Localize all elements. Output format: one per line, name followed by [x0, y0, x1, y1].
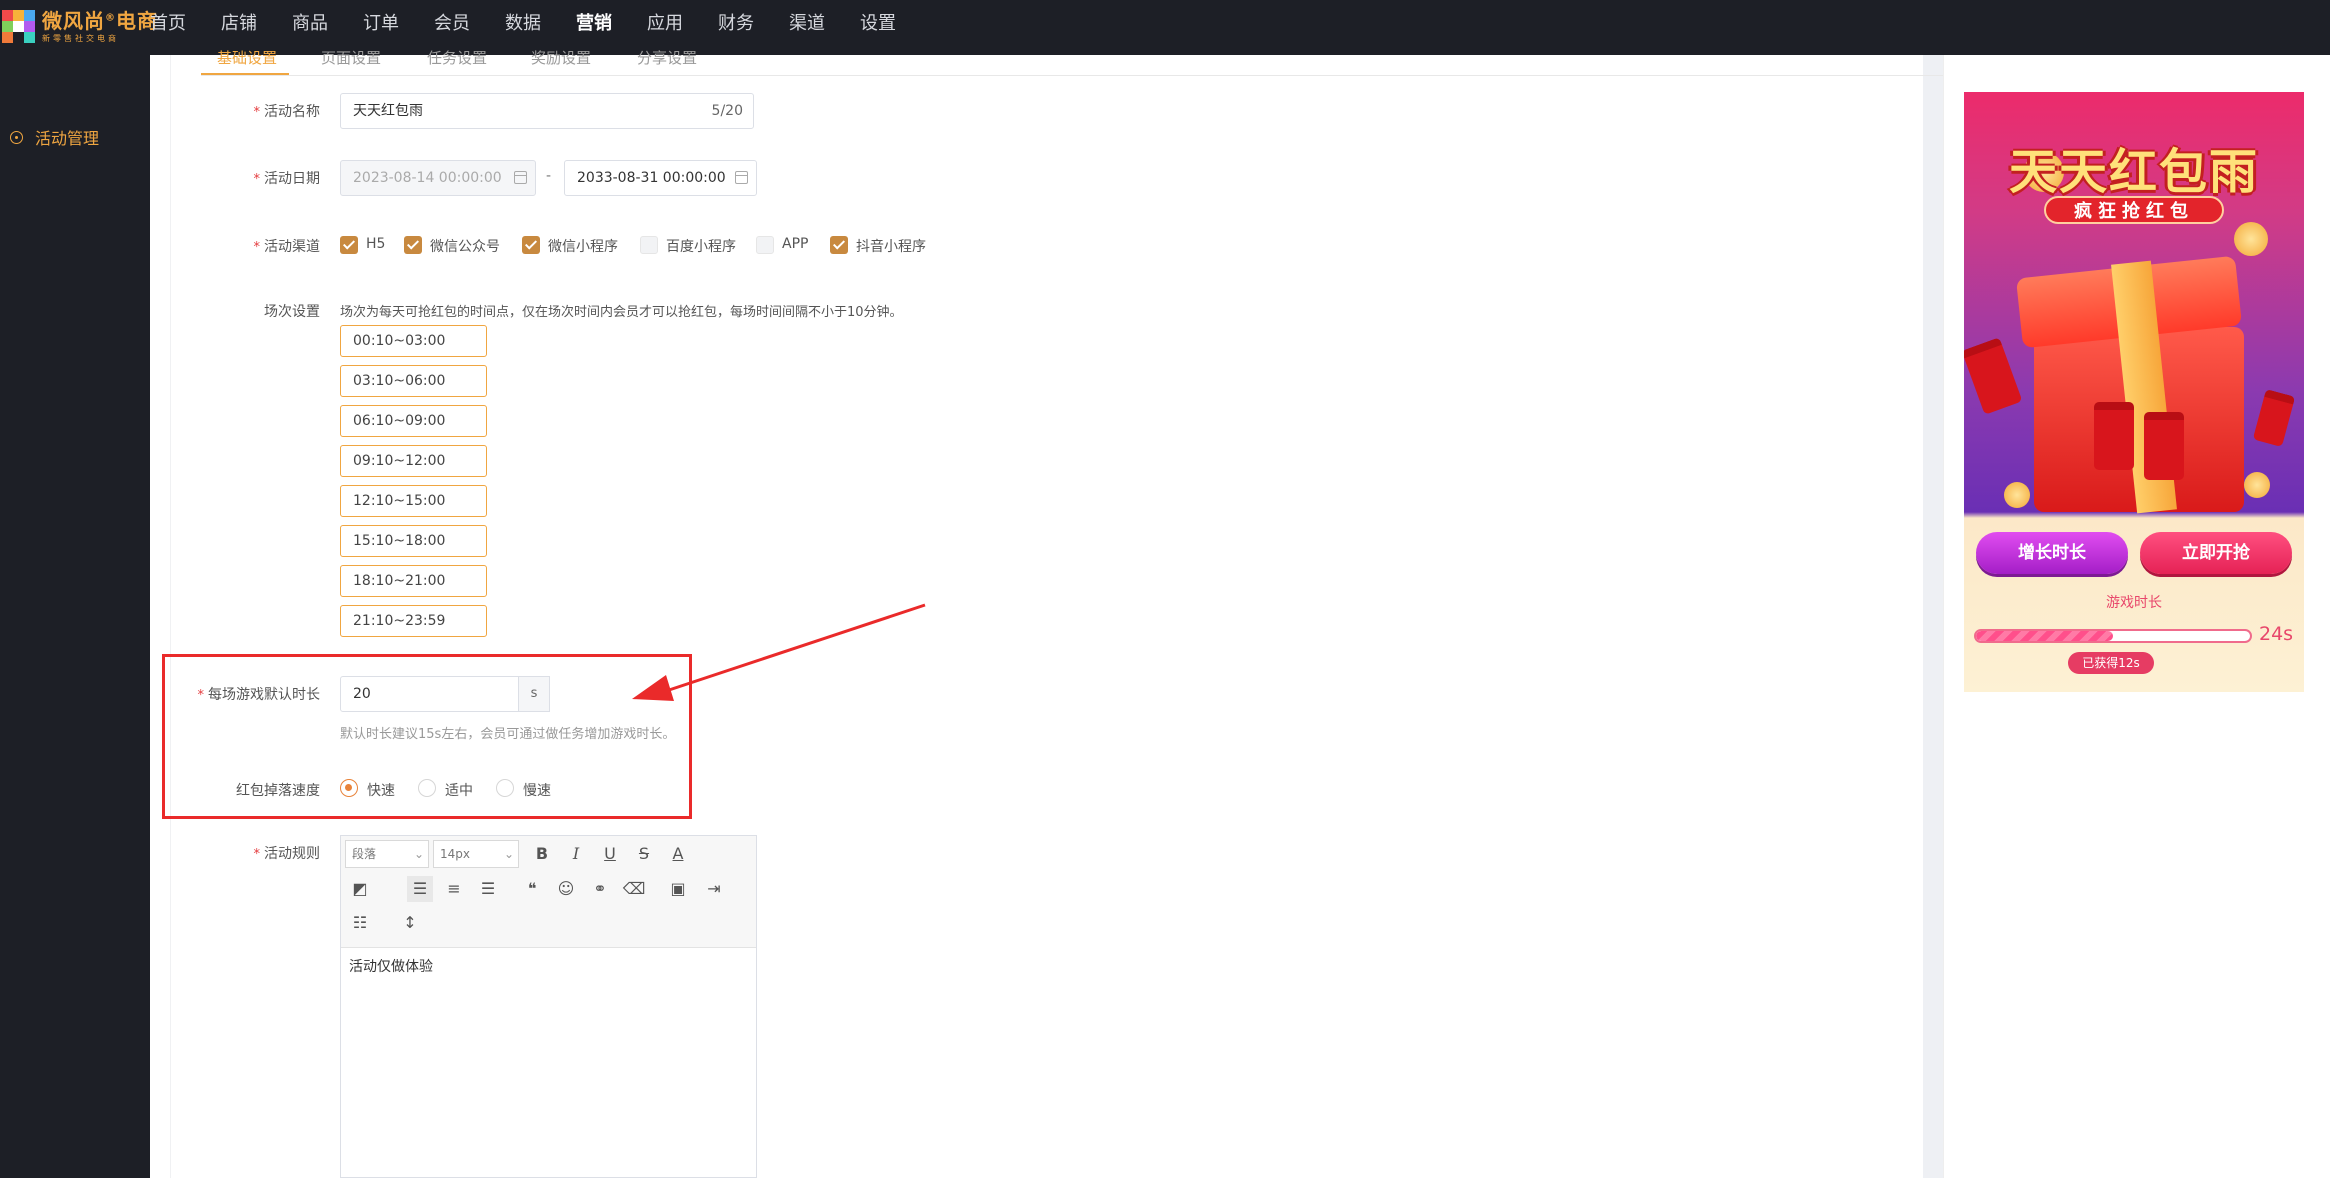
channel-wechat-mini-checkbox[interactable] [522, 236, 540, 254]
session-slot-6[interactable]: 15:10~18:00 [340, 525, 487, 557]
rich-text-editor: 段落 ⌄ 14px ⌄ B I U S A ◩ ☰ ≡ ☰ ❝ ☺ ⚭ ⌫ ▣ ⇥ … [340, 835, 757, 1178]
italic-button[interactable]: I [563, 841, 589, 867]
emoji-icon[interactable]: ☺ [553, 876, 579, 902]
align-right-icon[interactable]: ☰ [475, 876, 501, 902]
preview-subtitle: 疯狂抢红包 [2044, 196, 2224, 224]
coin-decoration [2004, 482, 2030, 508]
speed-slow-radio[interactable] [496, 779, 514, 797]
duration-label: * 每场游戏默认时长 [197, 687, 321, 703]
session-slot-5[interactable]: 12:10~15:00 [340, 485, 487, 517]
session-slot-3[interactable]: 06:10~09:00 [340, 405, 487, 437]
image-icon[interactable]: ▣ [665, 876, 691, 902]
session-label: 场次设置 [264, 304, 320, 320]
channel-wechat-mini-label: 微信小程序 [548, 239, 618, 255]
start-grab-button[interactable]: 立即开抢 [2140, 532, 2292, 574]
start-date-input: 2023-08-14 00:00:00 [340, 160, 536, 196]
align-center-icon[interactable]: ≡ [441, 876, 467, 902]
name-label: * 活动名称 [253, 104, 321, 120]
align-left-icon[interactable]: ☰ [407, 876, 433, 902]
annotation-arrow [632, 603, 926, 701]
speed-fast-radio[interactable] [340, 779, 358, 797]
char-counter: 5/20 [711, 103, 743, 119]
red-envelope-decoration [2144, 412, 2184, 480]
game-time-total: 24s [2259, 623, 2294, 645]
speed-label: 红包掉落速度 [236, 783, 320, 799]
speed-medium-radio[interactable] [418, 779, 436, 797]
channel-wechat-official-checkbox[interactable] [404, 236, 422, 254]
duration-hint: 默认时长建议15s左右，会员可通过做任务增加游戏时长。 [340, 727, 676, 742]
font-size-select[interactable]: 14px ⌄ [433, 840, 519, 868]
red-envelope-decoration [1964, 337, 2023, 415]
channel-label: * 活动渠道 [253, 239, 321, 255]
activity-name-input[interactable]: 天天红包雨 5/20 [340, 93, 754, 129]
end-date-input[interactable]: 2033-08-31 00:00:00 [564, 160, 757, 196]
session-slot-2[interactable]: 03:10~06:00 [340, 365, 487, 397]
underline-button[interactable]: U [597, 841, 623, 867]
indent-icon[interactable]: ⇥ [701, 876, 727, 902]
earned-time-badge: 已获得12s [2068, 652, 2154, 674]
quote-icon[interactable]: ❝ [519, 876, 545, 902]
eraser-icon[interactable]: ⌫ [621, 876, 647, 902]
session-slot-1[interactable]: 00:10~03:00 [340, 325, 487, 357]
channel-baidu-label: 百度小程序 [666, 239, 736, 255]
calendar-icon [514, 171, 527, 184]
channel-app-label: APP [782, 236, 809, 252]
chevron-down-icon: ⌄ [413, 847, 424, 861]
game-preview: 天天红包雨 疯狂抢红包 增长时长 立即开抢 游戏时长 24s 已获得12s [1964, 92, 2304, 692]
background-color-icon[interactable]: ◩ [347, 876, 373, 902]
activity-form: * 活动名称 天天红包雨 5/20 * 活动日期 2023-08-14 00:00:… [0, 0, 1923, 1178]
extend-time-button[interactable]: 增长时长 [1976, 532, 2128, 574]
red-envelope-decoration [2094, 402, 2134, 470]
font-color-button[interactable]: A [665, 841, 691, 867]
session-slot-4[interactable]: 09:10~12:00 [340, 445, 487, 477]
coin-decoration [2244, 472, 2270, 498]
channel-app-checkbox[interactable] [756, 236, 774, 254]
channel-baidu-checkbox[interactable] [640, 236, 658, 254]
coin-decoration [2234, 222, 2268, 256]
speed-medium-label: 适中 [445, 783, 473, 799]
preview-title: 天天红包雨 [2008, 144, 2259, 200]
editor-toolbar: 段落 ⌄ 14px ⌄ B I U S A ◩ ☰ ≡ ☰ ❝ ☺ ⚭ ⌫ ▣ ⇥ … [341, 836, 756, 948]
channel-h5-label: H5 [366, 236, 386, 252]
session-slot-8[interactable]: 21:10~23:59 [340, 605, 487, 637]
calendar-icon [735, 171, 748, 184]
paragraph-select[interactable]: 段落 ⌄ [345, 840, 429, 868]
game-time-progress-fill [1976, 631, 2113, 641]
link-icon[interactable]: ⚭ [587, 876, 613, 902]
date-label: * 活动日期 [253, 171, 321, 187]
editor-content[interactable]: 活动仅做体验 [349, 956, 433, 976]
list-icon[interactable]: ☷ [347, 910, 373, 936]
game-time-label: 游戏时长 [2106, 595, 2162, 611]
speed-fast-label: 快速 [367, 783, 395, 799]
duration-unit: s [518, 676, 550, 712]
chevron-down-icon: ⌄ [503, 847, 514, 861]
session-hint: 场次为每天可抢红包的时间点，仅在场次时间内会员才可以抢红包，每场时间间隔不小于1… [340, 305, 903, 320]
channel-douyin-label: 抖音小程序 [856, 239, 926, 255]
channel-douyin-checkbox[interactable] [830, 236, 848, 254]
speed-slow-label: 慢速 [523, 783, 551, 799]
rules-label: * 活动规则 [253, 846, 321, 862]
session-slot-7[interactable]: 18:10~21:00 [340, 565, 487, 597]
game-time-progress [1974, 629, 2252, 643]
channel-wechat-official-label: 微信公众号 [430, 239, 500, 255]
strikethrough-button[interactable]: S [631, 841, 657, 867]
duration-input[interactable]: 20 [340, 676, 520, 712]
date-separator: - [546, 168, 552, 184]
red-envelope-decoration [2252, 389, 2296, 447]
channel-h5-checkbox[interactable] [340, 236, 358, 254]
bold-button[interactable]: B [529, 841, 555, 867]
line-height-icon[interactable]: ↕ [397, 910, 423, 936]
